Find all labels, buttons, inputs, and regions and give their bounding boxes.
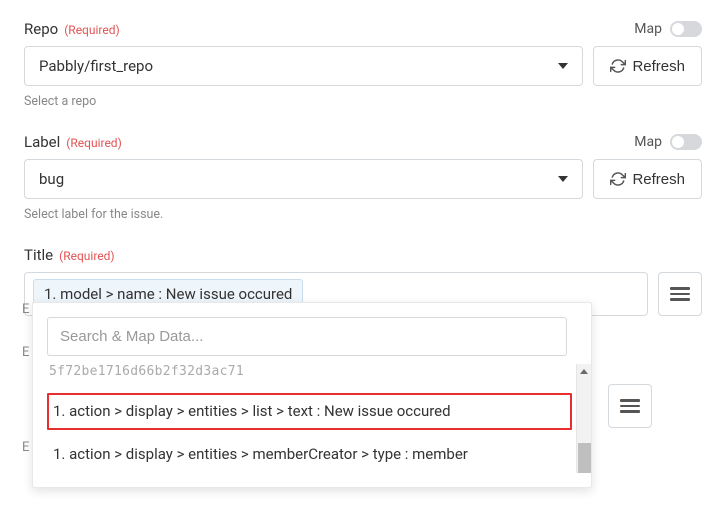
label-required: (Required): [66, 136, 121, 150]
label-map-label: Map: [634, 134, 662, 150]
repo-help: Select a repo: [24, 94, 702, 109]
menu-icon: [620, 399, 640, 413]
scroll-up-icon[interactable]: [577, 364, 592, 378]
label-map-toggle[interactable]: [670, 134, 702, 150]
refresh-icon: [610, 58, 626, 74]
label-select[interactable]: bug: [24, 159, 583, 199]
label-refresh-button[interactable]: Refresh: [593, 159, 702, 199]
title-label: Title: [24, 246, 53, 264]
label-field: Label (Required) Map bug Refresh Select …: [24, 133, 702, 222]
repo-refresh-button[interactable]: Refresh: [593, 46, 702, 86]
label-value: bug: [39, 170, 64, 188]
data-mapper-dropdown: 5f72be1716d66b2f32d3ac71 1. action > dis…: [32, 302, 592, 488]
menu-icon: [670, 287, 690, 301]
repo-required: (Required): [64, 23, 119, 37]
list-item-highlighted[interactable]: 1. action > display > entities > list > …: [47, 393, 572, 430]
scroll-track[interactable]: [577, 378, 591, 473]
scrollbar[interactable]: [576, 364, 591, 473]
label-label: Label: [24, 133, 60, 151]
repo-field: Repo (Required) Map Pabbly/first_repo Re…: [24, 20, 702, 109]
list-item-truncated[interactable]: 5f72be1716d66b2f32d3ac71: [47, 364, 572, 387]
side-menu-button[interactable]: [608, 384, 652, 428]
caret-down-icon: [558, 176, 568, 182]
title-menu-button[interactable]: [658, 272, 702, 316]
repo-refresh-label: Refresh: [632, 58, 685, 75]
repo-label: Repo: [24, 20, 58, 38]
repo-value: Pabbly/first_repo: [39, 57, 153, 75]
search-input[interactable]: [47, 317, 567, 356]
repo-map-toggle[interactable]: [670, 21, 702, 37]
repo-label-row: Repo (Required) Map: [24, 20, 702, 38]
title-required: (Required): [59, 249, 114, 263]
scroll-thumb[interactable]: [578, 443, 591, 473]
refresh-icon: [610, 171, 626, 187]
label-refresh-label: Refresh: [632, 171, 685, 188]
list-item[interactable]: 1. action > display > entities > memberC…: [47, 436, 572, 473]
repo-select[interactable]: Pabbly/first_repo: [24, 46, 583, 86]
label-help: Select label for the issue.: [24, 207, 702, 222]
title-field: Title (Required) 1. model > name : New i…: [24, 246, 702, 316]
caret-down-icon: [558, 63, 568, 69]
label-label-row: Label (Required) Map: [24, 133, 702, 151]
repo-map-label: Map: [634, 21, 662, 37]
